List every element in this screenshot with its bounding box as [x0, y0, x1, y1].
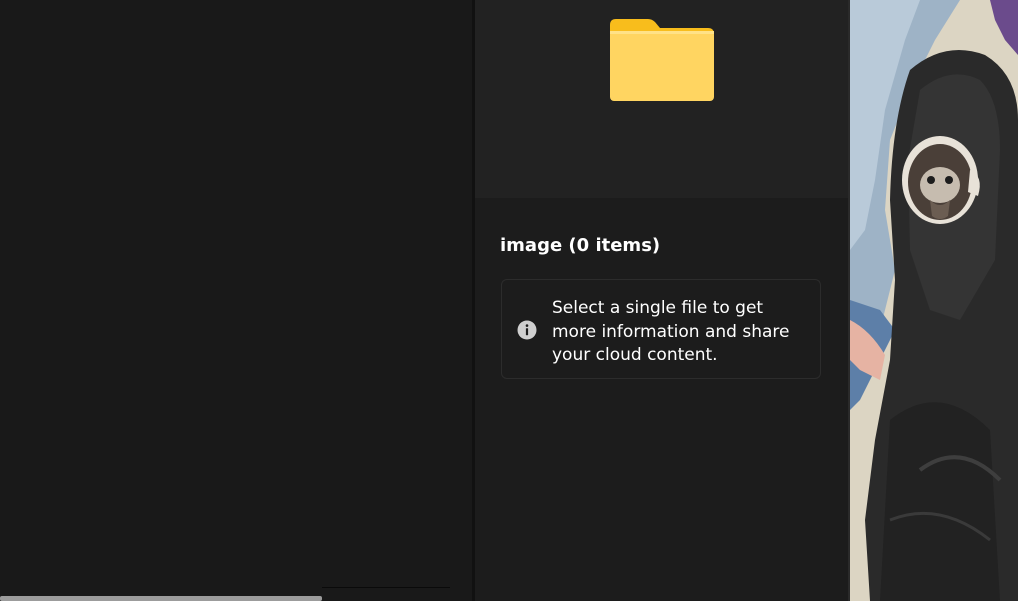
details-title: image (0 items)	[500, 235, 661, 256]
info-icon	[517, 320, 537, 340]
anime-wallpaper-art	[850, 0, 1018, 601]
horizontal-scrollbar[interactable]	[0, 585, 450, 601]
desktop-wallpaper	[850, 0, 1018, 601]
scrollbar-track-line	[322, 587, 450, 588]
preview-area	[475, 0, 848, 198]
file-explorer-window: image (0 items) Select a single file to …	[0, 0, 1018, 601]
info-card: Select a single file to get more informa…	[501, 279, 821, 379]
details-pane: image (0 items) Select a single file to …	[475, 0, 848, 601]
file-list-pane[interactable]	[0, 0, 472, 601]
scrollbar-thumb[interactable]	[0, 596, 322, 601]
folder-icon	[610, 19, 714, 101]
info-message: Select a single file to get more informa…	[552, 298, 790, 365]
